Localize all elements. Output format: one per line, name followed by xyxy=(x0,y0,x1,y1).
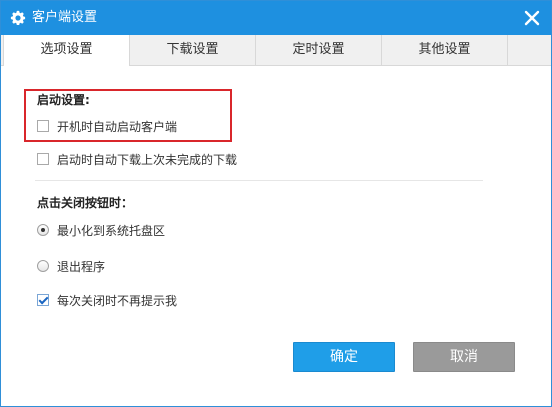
minimize-radio[interactable] xyxy=(37,224,49,236)
gear-icon xyxy=(10,10,26,25)
exit-radio[interactable] xyxy=(37,260,49,272)
tab-schedule[interactable]: 定时设置 xyxy=(256,35,382,65)
cancel-button[interactable]: 取消 xyxy=(413,342,515,372)
close-behavior-heading: 点击关闭按钮时： xyxy=(37,196,134,210)
auto-resume-label: 启动时自动下载上次未完成的下载 xyxy=(57,153,238,167)
startup-heading: 启动设置: xyxy=(37,93,90,107)
close-icon[interactable] xyxy=(523,9,541,27)
minimize-label: 最小化到系统托盘区 xyxy=(57,224,166,238)
title-bar[interactable]: 客户端设置 xyxy=(1,1,551,35)
exit-label: 退出程序 xyxy=(57,260,106,274)
auto-start-checkbox[interactable] xyxy=(37,120,49,132)
dont-ask-label: 每次关闭时不再提示我 xyxy=(57,294,178,308)
ok-button[interactable]: 确定 xyxy=(293,342,395,372)
section-divider xyxy=(35,180,483,181)
auto-start-label: 开机时自动启动客户端 xyxy=(57,120,178,134)
auto-resume-checkbox[interactable] xyxy=(37,153,49,165)
tab-bar: 选项设置 下载设置 定时设置 其他设置 xyxy=(1,35,551,66)
tab-download[interactable]: 下载设置 xyxy=(130,35,256,65)
tab-other[interactable]: 其他设置 xyxy=(382,35,508,65)
options-panel: 启动设置: 开机时自动启动客户端 启动时自动下载上次未完成的下载 点击关闭按钮时… xyxy=(1,66,551,406)
dont-ask-checkbox[interactable] xyxy=(37,294,49,306)
window-title: 客户端设置 xyxy=(32,10,98,25)
tab-options[interactable]: 选项设置 xyxy=(3,35,130,66)
settings-dialog: 客户端设置 选项设置 下载设置 定时设置 其他设置 启动设置: 开机时自动启动客… xyxy=(0,0,552,407)
